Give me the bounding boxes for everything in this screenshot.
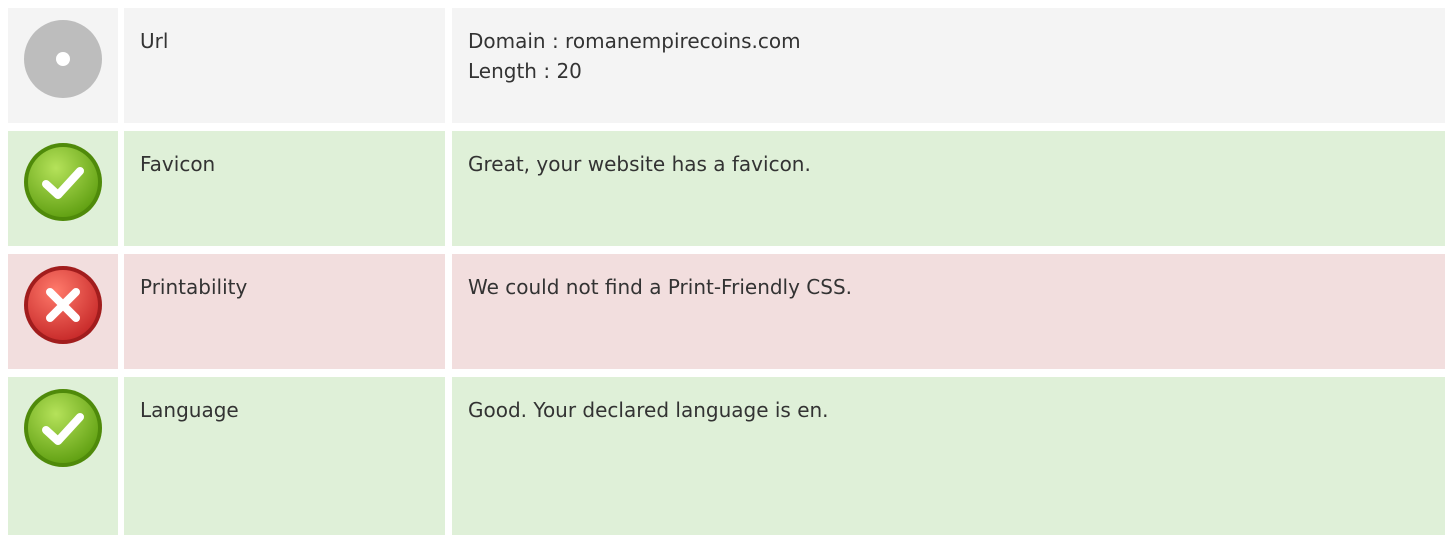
value-line: Great, your website has a favicon. [468,152,811,176]
row-label-text: Printability [140,275,248,299]
value-line: Good. Your declared language is en. [468,398,829,422]
cross-circle-icon [22,264,104,369]
row-value: Good. Your declared language is en. [452,377,1445,535]
check-circle-icon [22,141,104,246]
row-label-text: Url [140,29,169,53]
status-cell [8,377,118,535]
status-cell [8,8,118,123]
row-label: Favicon [124,131,445,246]
row-label-text: Language [140,398,239,422]
seo-results-table: Url Domain : romanempirecoins.com Length… [8,8,1445,535]
row-label-text: Favicon [140,152,216,176]
status-cell [8,254,118,369]
result-row-language: Language Good. Your declared language is… [8,377,1445,535]
result-row-printability: Printability We could not find a Print-F… [8,254,1445,369]
row-label: Language [124,377,445,535]
row-value: Domain : romanempirecoins.com Length : 2… [452,8,1445,123]
status-cell [8,131,118,246]
value-line: We could not find a Print-Friendly CSS. [468,275,853,299]
row-value: We could not find a Print-Friendly CSS. [452,254,1445,369]
row-value: Great, your website has a favicon. [452,131,1445,246]
check-circle-icon [22,387,104,535]
value-line: Length : 20 [468,59,582,83]
row-label: Url [124,8,445,123]
neutral-circle-icon [22,18,104,123]
result-row-favicon: Favicon Great, your website has a favico… [8,131,1445,246]
value-line: Domain : romanempirecoins.com [468,29,801,53]
result-row-url: Url Domain : romanempirecoins.com Length… [8,8,1445,123]
row-label: Printability [124,254,445,369]
